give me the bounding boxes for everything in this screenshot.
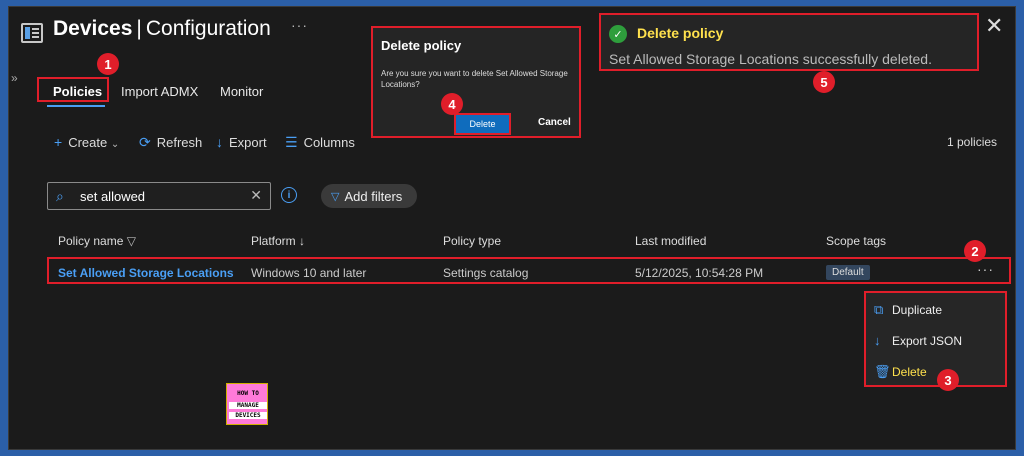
confirm-delete-button[interactable]: Delete (454, 113, 511, 135)
success-notification: ✓ Delete policy Set Allowed Storage Loca… (599, 13, 979, 71)
page-title: Devices | Configuration (53, 17, 271, 40)
col-header-scope-tags[interactable]: Scope tags (826, 234, 886, 248)
callout-badge-4: 4 (441, 93, 463, 115)
dialog-title: Delete policy (381, 38, 462, 53)
filter-icon: ▽ (331, 190, 340, 203)
expand-sidebar-icon[interactable]: » (11, 71, 18, 85)
menu-item-delete[interactable]: Delete (892, 365, 927, 379)
policy-name-link[interactable]: Set Allowed Storage Locations (58, 266, 234, 280)
columns-icon: ☰ (285, 134, 298, 150)
export-button[interactable]: ↓ Export (216, 134, 267, 150)
col-header-platform[interactable]: Platform ↓ (251, 234, 305, 248)
howto-manage-devices-logo: HOW TO MANAGE DEVICES (226, 383, 268, 425)
download-icon: ↓ (216, 134, 223, 150)
tab-import-admx[interactable]: Import ADMX (121, 84, 198, 99)
menu-item-export-json[interactable]: Export JSON (892, 334, 962, 348)
devices-config-icon (21, 23, 43, 43)
callout-badge-3: 3 (937, 369, 959, 391)
more-options-icon[interactable]: ··· (291, 17, 308, 33)
success-check-icon: ✓ (609, 25, 627, 43)
dialog-message: Are you sure you want to delete Set Allo… (381, 69, 568, 89)
create-button[interactable]: + Create ⌄ (54, 134, 119, 150)
col-header-policy-name[interactable]: Policy name ▽ (58, 234, 136, 248)
context-menu: ⧉ Duplicate ↓ Export JSON 🗑 Delete (864, 291, 1007, 387)
policy-count: 1 policies (947, 135, 998, 149)
callout-box-1 (37, 77, 109, 102)
platform-cell: Windows 10 and later (251, 266, 367, 280)
callout-badge-5: 5 (813, 71, 835, 93)
row-more-options-icon[interactable]: ··· (977, 261, 994, 277)
col-header-last-modified[interactable]: Last modified (635, 234, 706, 248)
cancel-button[interactable]: Cancel (538, 117, 571, 128)
download-icon: ↓ (874, 333, 881, 348)
last-modified-cell: 5/12/2025, 10:54:28 PM (635, 266, 764, 280)
intune-portal: Devices | Configuration ··· ✕ » Policies I… (8, 6, 1016, 450)
col-header-policy-type[interactable]: Policy type (443, 234, 501, 248)
callout-badge-1: 1 (97, 53, 119, 75)
filter-icon: ▽ (126, 234, 136, 248)
menu-item-duplicate[interactable]: Duplicate (892, 303, 942, 317)
close-icon[interactable]: ✕ (985, 15, 1003, 37)
tab-monitor[interactable]: Monitor (220, 84, 263, 99)
info-icon[interactable]: i (281, 187, 297, 203)
columns-button[interactable]: ☰ Columns (285, 134, 355, 151)
scope-tag-badge: Default (826, 265, 870, 280)
chevron-down-icon: ⌄ (110, 139, 120, 150)
search-icon: ⌕ (56, 188, 64, 204)
add-filters-button[interactable]: ▽ Add filters (321, 184, 417, 208)
search-input[interactable]: ⌕ set allowed ✕ (47, 182, 271, 210)
delete-confirm-dialog: Delete policy Are you sure you want to d… (371, 26, 581, 138)
refresh-icon: ⟳ (139, 134, 151, 150)
plus-icon: + (54, 134, 63, 150)
duplicate-icon: ⧉ (874, 302, 884, 317)
refresh-button[interactable]: ⟳ Refresh (139, 134, 202, 151)
active-tab-indicator (47, 105, 105, 107)
clear-search-icon[interactable]: ✕ (250, 187, 262, 204)
trash-icon: 🗑 (874, 364, 891, 379)
policy-type-cell: Settings catalog (443, 266, 529, 280)
callout-badge-2: 2 (964, 240, 986, 262)
notification-title: Delete policy (637, 25, 724, 41)
notification-message: Set Allowed Storage Locations successful… (609, 51, 932, 67)
